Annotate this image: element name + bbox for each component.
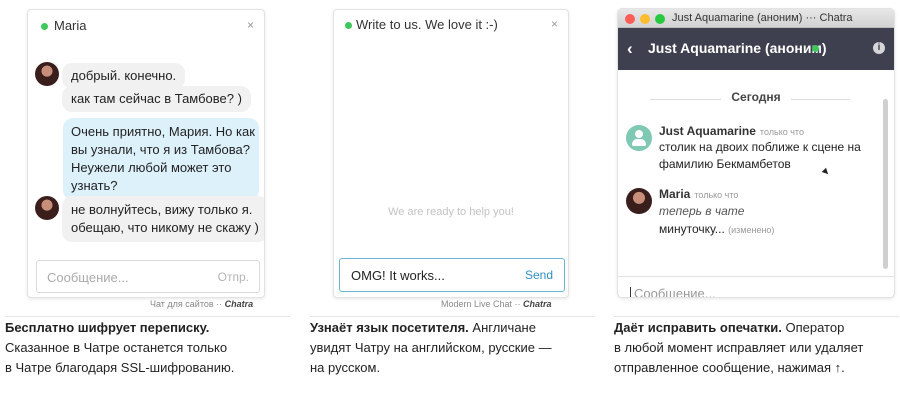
message-body: минуточку... [659, 222, 725, 236]
powered-by-text: Modern Live Chat ·· [441, 299, 524, 309]
message-line: обещаю, что никому не скажу ) [71, 220, 259, 235]
scrollbar[interactable] [883, 99, 888, 269]
outgoing-message: Очень приятно, Мария. Но как вы узнали, … [63, 118, 259, 200]
window-title: Just Aquamarine (аноним) ··· Chatra [672, 12, 853, 24]
message-line: Неужели любой может это [71, 160, 232, 175]
message-line: не волнуйтесь, вижу только я. [71, 202, 253, 217]
operator-app-window: Just Aquamarine (аноним) ··· Chatra ‹ Ju… [617, 8, 895, 298]
chat-header: Write to us. We love it :-) × [334, 10, 568, 40]
input-value: OMG! It works... [351, 268, 445, 283]
caption-text: на русском. [310, 360, 381, 375]
caption-text: Оператор [781, 320, 845, 335]
send-button[interactable]: Send [525, 268, 553, 282]
caption-text: в любой момент исправляет или удаляет [614, 340, 864, 355]
divider [614, 316, 899, 317]
mouse-pointer-icon [821, 167, 831, 177]
incoming-message: как там сейчас в Тамбове? ) [62, 86, 251, 112]
message-line: вы узнали, что я из Тамбова? [71, 142, 250, 157]
incoming-message: не волнуйтесь, вижу только я. обещаю, чт… [62, 196, 264, 242]
feature-caption: Даёт исправить опечатки. Оператор в любо… [614, 316, 899, 378]
date-text: Сегодня [721, 90, 791, 104]
sender-name: Maria [659, 187, 691, 201]
divider [5, 316, 290, 317]
minimize-window-icon[interactable] [640, 14, 650, 24]
caption-title: Узнаёт язык посетителя. [310, 320, 469, 335]
edited-label: (изменено) [728, 225, 775, 235]
caption-text: отправленное сообщение, нажимая ↑. [614, 360, 845, 375]
avatar [35, 196, 59, 220]
sender-name: Just Aquamarine [659, 124, 756, 138]
message-sender: Just Aquamarine только что [659, 124, 804, 138]
online-status-dot [345, 22, 352, 29]
message-input[interactable]: Сообщение... Отпр. [36, 260, 260, 293]
chat-widget-ru: Maria × добрый. конечно. как там сейчас … [27, 9, 265, 298]
powered-by[interactable]: Modern Live Chat ·· Chatra [441, 299, 552, 309]
date-label: Сегодня [618, 90, 894, 104]
powered-by[interactable]: Чат для сайтов ·· Chatra [150, 299, 253, 309]
message-text: минуточку... (изменено) [659, 222, 774, 236]
feature-caption: Узнаёт язык посетителя. Англичане увидят… [310, 316, 595, 378]
caption-title: Бесплатно шифрует переписку. [5, 320, 210, 335]
online-status-dot [812, 45, 819, 52]
empty-chat-hint: We are ready to help you! [388, 206, 514, 218]
chat-header: ‹ Just Aquamarine (аноним) i [618, 28, 894, 70]
chat-widget-en: Write to us. We love it :-) × We are rea… [333, 9, 569, 298]
send-button[interactable]: Отпр. [218, 270, 249, 284]
message-input[interactable]: OMG! It works... Send [339, 258, 565, 292]
message-sender: Maria только что [659, 187, 738, 201]
brand-name: Chatra [224, 299, 254, 309]
info-icon[interactable]: i [873, 42, 885, 54]
text-caret [630, 287, 631, 297]
caption-text: увидят Чатру на английском, русские — [310, 340, 552, 355]
caption-title: Даёт исправить опечатки. [614, 320, 782, 335]
online-status-dot [41, 23, 48, 30]
close-icon[interactable]: × [551, 17, 558, 31]
window-titlebar: Just Aquamarine (аноним) ··· Chatra [618, 9, 894, 28]
message-text: фамилию Бекмамбетов [659, 157, 791, 171]
message-line: узнать? [71, 178, 118, 193]
caption-text: в Чатре благодаря SSL-шифрованию. [5, 360, 235, 375]
visitor-name: Just Aquamarine (аноним) [648, 40, 827, 56]
close-window-icon[interactable] [625, 14, 635, 24]
message-line: Очень приятно, Мария. Но как [71, 124, 255, 139]
powered-by-text: Чат для сайтов ·· [150, 299, 225, 309]
caption-text: Англичане [468, 320, 536, 335]
chat-header: Maria × [28, 10, 264, 40]
typing-status: теперь в чате [659, 204, 745, 218]
message-input[interactable]: Сообщение... [634, 286, 716, 297]
feature-caption: Бесплатно шифрует переписку. Сказанное в… [5, 316, 290, 378]
avatar [35, 62, 59, 86]
back-arrow-icon[interactable]: ‹ [627, 39, 633, 59]
brand-name: Chatra [523, 299, 552, 309]
message-time: только что [694, 190, 739, 200]
message-text: столик на двоих поближе к сцене на [659, 140, 861, 154]
chat-greeting: Write to us. We love it :-) [356, 17, 498, 32]
maximize-window-icon[interactable] [655, 14, 665, 24]
visitor-icon [626, 125, 652, 151]
close-icon[interactable]: × [247, 18, 254, 32]
operator-name: Maria [54, 18, 87, 33]
message-time: только что [759, 127, 804, 137]
caption-text: Сказанное в Чатре останется только [5, 340, 228, 355]
divider [618, 276, 894, 277]
avatar [626, 188, 652, 214]
divider [310, 316, 595, 317]
input-placeholder: Сообщение... [47, 270, 129, 285]
